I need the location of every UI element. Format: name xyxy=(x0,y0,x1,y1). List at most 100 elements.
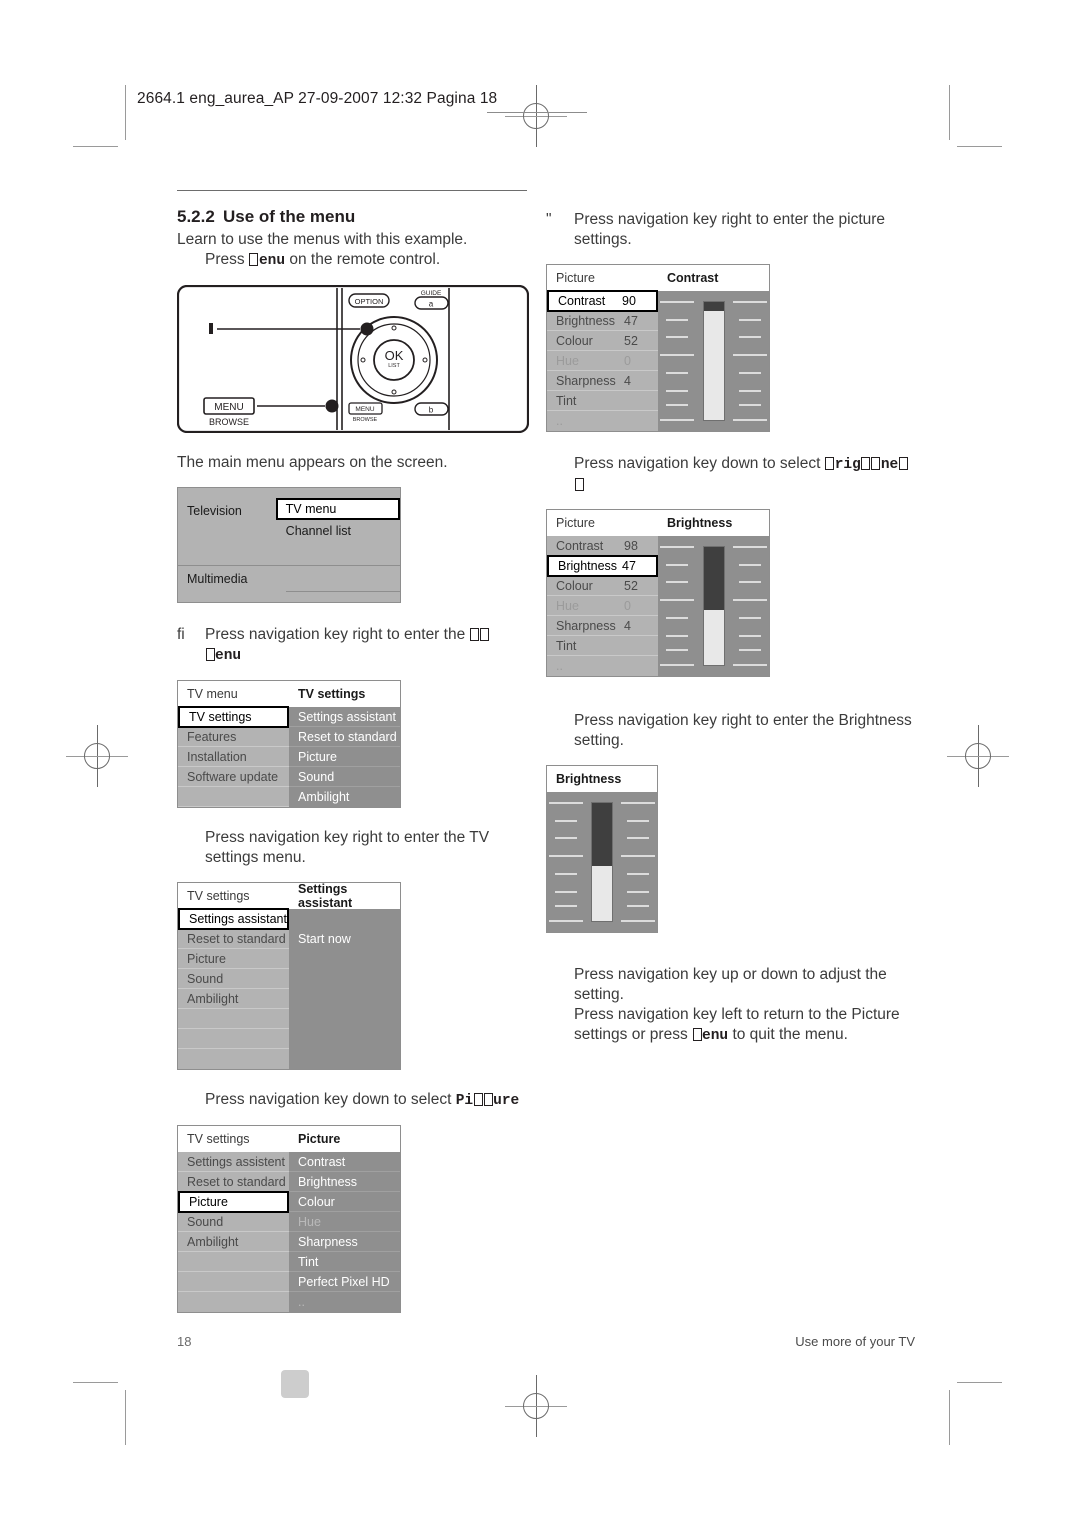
brightness-row-tint[interactable]: Tint xyxy=(547,636,658,656)
main-menu-item-tv-menu[interactable]: TV menu xyxy=(275,498,400,520)
tv-settings-menu-item-ambilight[interactable]: Ambilight xyxy=(178,989,289,1009)
caption-return-or-quit: Press navigation key left to return to t… xyxy=(546,1005,916,1046)
picture-menu-item-sound[interactable]: Sound xyxy=(178,1212,289,1232)
brightness-row-hue-label: Hue xyxy=(556,599,579,613)
contrast-row-brightness[interactable]: Brightness 47 xyxy=(547,311,658,331)
screen-brightness-panel: Brightness xyxy=(546,765,658,933)
caption-return-suffix: to quit the menu. xyxy=(728,1026,848,1043)
section-intro: Learn to use the menus with this example… xyxy=(177,231,468,248)
tv-settings-item-settings-assistant[interactable]: Settings assistant xyxy=(289,707,400,727)
settings-assistant-blank xyxy=(289,1049,400,1069)
crop-mark-top-right-horizontal xyxy=(957,146,1002,147)
svg-text:BROWSE: BROWSE xyxy=(209,417,249,427)
contrast-slider[interactable] xyxy=(658,291,769,431)
brightness-panel-slider[interactable] xyxy=(547,792,657,932)
brightness-row-colour-label: Colour xyxy=(556,579,593,593)
brightness-row-sharpness[interactable]: Sharpness 4 xyxy=(547,616,658,636)
picture-item-hue: Hue xyxy=(289,1212,400,1232)
screen-picture-menu-title: Picture xyxy=(298,1132,341,1146)
tv-settings-menu-item-picture[interactable]: Picture xyxy=(178,949,289,969)
missing-glyph-icon xyxy=(825,457,835,470)
picture-item-brightness[interactable]: Brightness xyxy=(289,1172,400,1192)
picture-item-perfect-pixel-hd[interactable]: Perfect Pixel HD xyxy=(289,1272,400,1292)
caption-main-menu: The main menu appears on the screen. xyxy=(177,454,448,471)
crop-mark-top-left-horizontal xyxy=(73,146,118,147)
svg-text:MENU: MENU xyxy=(214,402,243,413)
tv-settings-item-picture[interactable]: Picture xyxy=(289,747,400,767)
contrast-row-colour[interactable]: Colour 52 xyxy=(547,331,658,351)
brightness-row-colour[interactable]: Colour 52 xyxy=(547,576,658,596)
tv-settings-item-sound[interactable]: Sound xyxy=(289,767,400,787)
brightness-panel-slider-track xyxy=(591,802,613,922)
tv-settings-item-ambilight[interactable]: Ambilight xyxy=(289,787,400,807)
caption-select-brightness-key1: rig xyxy=(834,457,861,473)
picture-item-sharpness[interactable]: Sharpness xyxy=(289,1232,400,1252)
step-enter-tv-menu: fi Press navigation key right to enter t… xyxy=(177,625,527,666)
screen-contrast-title: Contrast xyxy=(667,271,719,285)
missing-glyph-icon xyxy=(861,457,871,470)
brightness-row-more[interactable]: .. xyxy=(547,656,658,676)
picture-menu-item-blank xyxy=(178,1252,289,1272)
settings-assistant-blank xyxy=(289,949,400,969)
missing-glyph-icon xyxy=(470,628,480,641)
tv-settings-menu-item-sound[interactable]: Sound xyxy=(178,969,289,989)
contrast-row-contrast[interactable]: Contrast 90 xyxy=(547,290,658,312)
settings-assistant-blank xyxy=(289,969,400,989)
missing-glyph-icon xyxy=(898,457,908,470)
crop-mark-bottom-left-horizontal xyxy=(73,1382,118,1383)
remote-control-illustration: OPTION GUIDE a OK LIST MENU BROWSE b MEN… xyxy=(176,284,530,434)
tv-settings-menu-item-settings-assistant[interactable]: Settings assistant xyxy=(178,908,289,930)
screen-tv-menu-breadcrumb: TV menu xyxy=(187,687,238,701)
contrast-row-brightness-label: Brightness xyxy=(556,314,616,328)
caption-enter-brightness: Press navigation key right to enter the … xyxy=(574,712,912,749)
tv-settings-menu-item-blank xyxy=(178,1049,289,1069)
caption-select-picture-prefix: Press navigation key down to select xyxy=(205,1091,456,1108)
tv-menu-item-installation[interactable]: Installation xyxy=(178,747,289,767)
section-title: Use of the menu xyxy=(223,207,356,226)
screen-tv-settings-right-panel: Start now xyxy=(289,909,400,1069)
picture-item-colour[interactable]: Colour xyxy=(289,1192,400,1212)
contrast-row-contrast-value: 90 xyxy=(622,294,636,308)
contrast-row-hue-value: 0 xyxy=(624,354,631,368)
picture-menu-item-picture[interactable]: Picture xyxy=(178,1191,289,1213)
picture-item-tint[interactable]: Tint xyxy=(289,1252,400,1272)
main-menu-item-channel-list[interactable]: Channel list xyxy=(276,520,400,542)
contrast-row-more[interactable]: .. xyxy=(547,411,658,431)
contrast-row-tint[interactable]: Tint xyxy=(547,391,658,411)
screen-brightness-menu-breadcrumb: Picture xyxy=(556,516,595,530)
contrast-row-sharpness-value: 4 xyxy=(624,374,631,388)
tv-settings-item-reset-to-standard[interactable]: Reset to standard xyxy=(289,727,400,747)
screen-contrast-left-list: Contrast 90 Brightness 47 Colour 52 Hue … xyxy=(547,290,658,431)
picture-item-more[interactable]: .. xyxy=(289,1292,400,1312)
brightness-row-brightness[interactable]: Brightness 47 xyxy=(547,555,658,577)
tv-menu-item-features[interactable]: Features xyxy=(178,727,289,747)
main-menu-left-television[interactable]: Television xyxy=(187,500,276,522)
contrast-row-sharpness[interactable]: Sharpness 4 xyxy=(547,371,658,391)
picture-menu-item-reset-to-standard[interactable]: Reset to standard xyxy=(178,1172,289,1192)
brightness-row-brightness-value: 47 xyxy=(622,559,636,573)
main-menu-left-multimedia[interactable]: Multimedia xyxy=(178,566,276,602)
slug-underline xyxy=(487,112,587,113)
svg-text:BROWSE: BROWSE xyxy=(353,417,378,423)
brightness-row-contrast[interactable]: Contrast 98 xyxy=(547,536,658,556)
tv-settings-menu-item-reset-to-standard[interactable]: Reset to standard xyxy=(178,929,289,949)
tv-menu-item-tv-settings[interactable]: TV settings xyxy=(178,706,289,728)
document-page: 2664.1 eng_aurea_AP 27-09-2007 12:32 Pag… xyxy=(0,0,1080,1528)
picture-item-contrast[interactable]: Contrast xyxy=(289,1152,400,1172)
missing-glyph-icon xyxy=(205,648,215,661)
brightness-row-more-label: .. xyxy=(556,659,563,673)
brightness-menu-slider[interactable] xyxy=(658,536,769,676)
contrast-row-colour-value: 52 xyxy=(624,334,638,348)
crop-mark-bottom-left-vertical xyxy=(125,1390,126,1445)
screen-contrast-breadcrumb: Picture xyxy=(556,271,595,285)
picture-menu-item-settings-assistent[interactable]: Settings assistent xyxy=(178,1152,289,1172)
caption-adjust-setting: Press navigation key up or down to adjus… xyxy=(574,966,887,1003)
section-divider xyxy=(177,190,527,191)
picture-menu-item-ambilight[interactable]: Ambilight xyxy=(178,1232,289,1252)
missing-glyph-icon xyxy=(473,1093,483,1106)
tv-menu-item-software-update[interactable]: Software update xyxy=(178,767,289,787)
crop-mark-bottom-right-horizontal xyxy=(957,1382,1002,1383)
settings-assistant-start-now[interactable]: Start now xyxy=(289,929,400,949)
screen-brightness-panel-body xyxy=(547,792,657,932)
missing-glyph-icon xyxy=(483,1093,493,1106)
